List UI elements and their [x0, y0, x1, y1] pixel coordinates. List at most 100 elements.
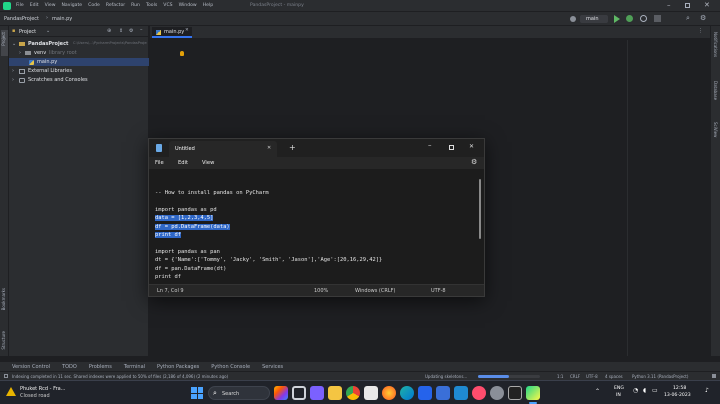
profile-icon[interactable] [640, 15, 647, 22]
notepad-text-area[interactable]: -- How to install pandas on PyCharm impor… [149, 169, 484, 284]
battery-icon[interactable]: ▭ [652, 387, 658, 394]
debug-icon[interactable] [626, 15, 633, 22]
notifications-tool-label[interactable]: Notifications [713, 32, 718, 57]
breadcrumb-file[interactable]: main.py [52, 16, 72, 22]
tab-terminal[interactable]: Terminal [124, 364, 145, 370]
notepad-menu-edit[interactable]: Edit [178, 160, 188, 166]
tab-services[interactable]: Services [262, 364, 283, 370]
notepad-menu-view[interactable]: View [202, 160, 214, 166]
volume-icon[interactable]: ◖ [643, 387, 646, 394]
menu-refactor[interactable]: Refactor [106, 3, 125, 8]
new-tab-plus-icon[interactable]: + [289, 143, 296, 152]
edge-icon[interactable] [400, 386, 414, 400]
bookmarks-tool-label[interactable]: Bookmarks [1, 288, 6, 310]
intention-bulb-icon[interactable] [180, 51, 184, 56]
tree-row-external[interactable]: › External Libraries [9, 67, 149, 75]
firefox-icon[interactable] [382, 386, 396, 400]
editor-tab-main-py[interactable]: main.py ✕ [152, 27, 192, 38]
language-indicator[interactable]: ENG [614, 386, 624, 391]
lock-icon[interactable] [712, 374, 716, 378]
expand-arrow-icon[interactable]: › [19, 50, 21, 56]
menu-file[interactable]: File [16, 3, 24, 8]
stop-icon[interactable] [654, 15, 661, 22]
settings-icon[interactable] [490, 386, 504, 400]
maximize-button[interactable] [685, 3, 690, 8]
close-tab-icon[interactable]: ✕ [185, 28, 189, 33]
menu-view[interactable]: View [45, 3, 56, 8]
settings-gear-icon[interactable]: ⚙ [700, 14, 706, 22]
notepad-scrollbar[interactable] [479, 179, 481, 239]
line-separator[interactable]: CRLF [570, 374, 580, 379]
locate-icon[interactable]: ⊕ [107, 28, 111, 34]
chevron-up-icon[interactable]: ⌃ [595, 388, 600, 395]
notepad-menu-file[interactable]: File [155, 160, 164, 166]
hide-panel-icon[interactable]: – [140, 27, 143, 33]
close-button[interactable]: ✕ [704, 1, 710, 9]
menu-help[interactable]: Help [203, 3, 213, 8]
user-icon[interactable] [570, 16, 576, 22]
tab-python-packages[interactable]: Python Packages [157, 364, 199, 370]
sciview-tool-label[interactable]: SciView [713, 122, 718, 137]
menu-edit[interactable]: Edit [30, 3, 39, 8]
clock-time[interactable]: 12:58 [673, 386, 686, 391]
run-config-selector[interactable]: main [580, 15, 608, 23]
menu-tools[interactable]: Tools [146, 3, 157, 8]
notepad-maximize-button[interactable] [449, 145, 454, 150]
tab-todo[interactable]: TODO [62, 364, 77, 370]
options-gear-icon[interactable]: ⚙ [129, 28, 133, 34]
media-player-icon[interactable] [472, 386, 486, 400]
task-view-icon[interactable] [292, 386, 306, 400]
chrome-icon[interactable] [346, 386, 360, 400]
store-bag-icon[interactable] [418, 386, 432, 400]
close-tab-icon[interactable]: ✕ [267, 145, 271, 151]
notification-bell-icon[interactable]: ♪ [705, 387, 709, 394]
colorful-app-icon[interactable] [274, 386, 288, 400]
text-editor-icon[interactable] [436, 386, 450, 400]
vscode-icon[interactable] [454, 386, 468, 400]
project-panel-title[interactable]: Project [19, 29, 36, 35]
tab-python-console[interactable]: Python Console [211, 364, 250, 370]
terminal-icon[interactable] [508, 386, 522, 400]
file-explorer-icon[interactable] [328, 386, 342, 400]
status-message[interactable]: Indexing completed in 11 sec. Shared ind… [12, 374, 228, 379]
video-camera-icon[interactable] [310, 386, 324, 400]
search-box[interactable]: ⌕ Search [208, 386, 270, 400]
notepad-settings-gear-icon[interactable]: ⚙ [471, 158, 477, 166]
menu-navigate[interactable]: Navigate [62, 3, 83, 8]
tree-row-venv[interactable]: › venv library root [9, 49, 149, 57]
expand-arrow-icon[interactable]: › [12, 68, 14, 74]
notepad-tab[interactable]: Untitled ✕ [169, 141, 277, 157]
menu-code[interactable]: Code [88, 3, 100, 8]
store-icon[interactable] [364, 386, 378, 400]
wifi-icon[interactable]: ◔ [633, 387, 638, 394]
structure-tool-label[interactable]: Structure [1, 331, 6, 350]
cursor-position[interactable]: 1:1 [557, 374, 563, 379]
tab-version-control[interactable]: Version Control [12, 364, 50, 370]
interpreter-selector[interactable]: Python 3.11 (PandasProject) [632, 374, 688, 379]
clock-date[interactable]: 13-06-2023 [664, 393, 691, 398]
tree-row-scratches[interactable]: › Scratches and Consoles [9, 76, 149, 84]
start-button[interactable] [191, 387, 203, 399]
collapse-icon[interactable]: ⇕ [119, 28, 123, 34]
chevron-down-icon[interactable]: ⌄ [46, 28, 50, 34]
breadcrumb-project[interactable]: PandasProject [4, 16, 39, 22]
expand-arrow-icon[interactable]: ⌄ [12, 41, 16, 47]
file-encoding[interactable]: UTF-8 [586, 374, 598, 379]
menu-run[interactable]: Run [131, 3, 140, 8]
notepad-close-button[interactable]: ✕ [469, 143, 474, 150]
indent-setting[interactable]: 4 spaces [605, 374, 623, 379]
tree-row-main-py[interactable]: main.py [9, 58, 149, 66]
weather-widget[interactable]: Phuket Rcd - Fra... Closed road [4, 384, 84, 402]
expand-arrow-icon[interactable]: › [12, 77, 14, 83]
notepad-minimize-button[interactable]: – [428, 141, 432, 149]
minimize-button[interactable]: – [667, 1, 671, 9]
pycharm-taskbar-icon[interactable] [526, 386, 540, 400]
run-icon[interactable] [614, 15, 620, 23]
tab-problems[interactable]: Problems [89, 364, 112, 370]
search-everywhere-icon[interactable]: ⌕ [686, 14, 690, 23]
menu-vcs[interactable]: VCS [163, 3, 172, 8]
more-tabs-icon[interactable]: ⋮ [698, 28, 703, 34]
tree-row-root[interactable]: ⌄ PandasProject C:\Users\...\PycharmProj… [9, 40, 149, 48]
menu-window[interactable]: Window [179, 3, 197, 8]
database-tool-label[interactable]: Database [713, 81, 718, 100]
